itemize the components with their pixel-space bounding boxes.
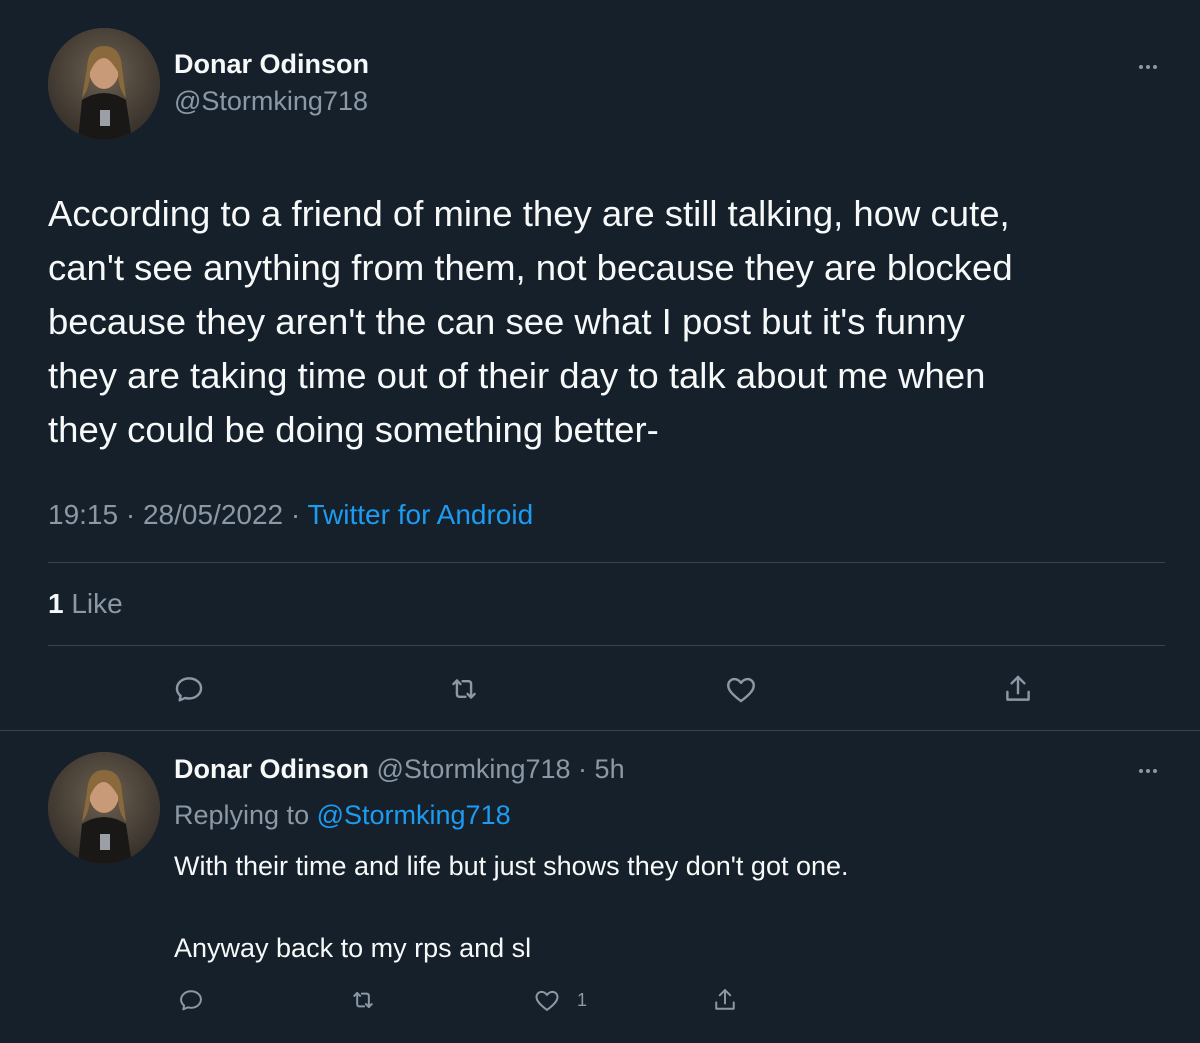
more-icon[interactable] [1133,57,1163,77]
tweet-text-line: they are taking time out of their day to… [48,355,986,396]
like-button[interactable] [527,980,567,1020]
share-icon [715,989,735,1010]
reply-author-handle[interactable]: @Stormking718 [377,754,571,784]
reply-like-count: 1 [577,990,588,1010]
like-icon [727,677,755,703]
share-button[interactable] [705,980,745,1020]
tweet-text: According to a friend of mine they are s… [48,187,1168,457]
reply-icon [175,677,203,702]
meta-separator: · [578,754,588,784]
reply-age[interactable]: 5h [595,754,625,784]
tweet-text-line: because they aren't the can see what I p… [48,301,965,342]
likes-summary[interactable]: 1 Like [48,588,123,620]
reply-author-name[interactable]: Donar Odinson [174,754,369,784]
reply-avatar[interactable] [48,752,160,864]
divider [0,730,1200,731]
tweet-text-line: they could be doing something better- [48,409,659,450]
tweet-source[interactable]: Twitter for Android [308,499,534,530]
tweet-text-line: According to a friend of mine they are s… [48,193,1010,234]
reply-header: Donar Odinson @Stormking718 · 5h [174,754,625,785]
replying-prefix: Replying to [174,800,310,830]
main-author-handle[interactable]: @Stormking718 [174,86,368,117]
retweet-icon [452,679,476,699]
tweet-meta: 19:15 · 28/05/2022 · Twitter for Android [48,499,533,531]
retweet-button[interactable] [343,980,383,1020]
meta-separator: · [125,499,136,530]
reply-text-line: Anyway back to my rps and sl [174,933,532,963]
retweet-icon [353,992,373,1008]
like-count: 1 [48,588,64,619]
reply-button[interactable] [171,980,211,1020]
reply-text-line: With their time and life but just shows … [174,851,849,881]
reply-icon [180,990,202,1011]
share-icon [1006,675,1030,701]
tweet-time[interactable]: 19:15 [48,499,118,530]
reply-button[interactable] [169,669,209,709]
main-author-name[interactable]: Donar Odinson [174,49,369,80]
like-label: Like [71,588,123,619]
share-button[interactable] [998,669,1038,709]
divider [48,562,1165,563]
tweet-date[interactable]: 28/05/2022 [143,499,283,530]
replying-to: Replying to @Stormking718 [174,800,511,831]
like-icon [535,990,559,1011]
main-avatar[interactable] [48,28,160,140]
divider [48,645,1165,646]
replying-to-handle[interactable]: @Stormking718 [317,800,511,830]
more-icon[interactable] [1133,761,1163,781]
retweet-button[interactable] [444,669,484,709]
tweet-text-line: can't see anything from them, not becaus… [48,247,1013,288]
like-button[interactable] [721,669,761,709]
meta-separator: · [290,499,301,530]
